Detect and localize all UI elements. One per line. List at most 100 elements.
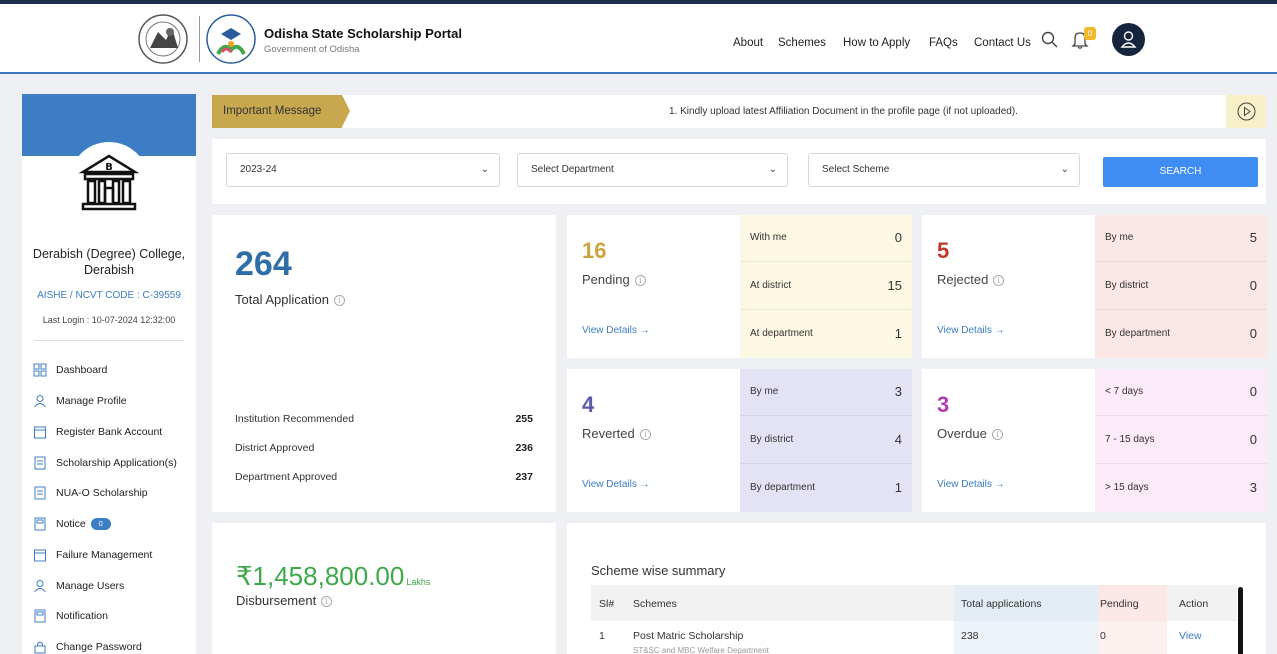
info-icon[interactable]: i	[993, 275, 1005, 287]
reverted-view-details-link[interactable]: View Details →	[582, 479, 650, 490]
breakdown-value: 0	[1249, 278, 1257, 293]
breakdown-label: By district	[1105, 280, 1149, 291]
column-header-schemes: Schemes	[633, 598, 677, 610]
breakdown-value: 3	[894, 384, 902, 399]
sidebar-item-manage-users[interactable]: Manage Users	[33, 576, 124, 596]
sidebar-item-nua-o-scholarship[interactable]: NUA-O Scholarship	[33, 483, 148, 503]
breakdown-value: 0	[1249, 432, 1257, 447]
document-icon	[34, 456, 46, 470]
breakdown-value: 15	[887, 278, 902, 293]
column-header-sl: Sl#	[599, 598, 615, 610]
rejected-count: 5	[937, 238, 950, 263]
disbursement-title: Disbursement i	[236, 593, 333, 608]
breakdown-label: At district	[750, 280, 792, 291]
overdue-view-details-link[interactable]: View Details →	[937, 479, 1005, 490]
scholarship-portal-logo[interactable]	[204, 10, 258, 68]
pending-title: Pending i	[582, 272, 646, 287]
sidebar-item-label: NUA-O Scholarship	[56, 487, 148, 499]
info-icon[interactable]: i	[333, 295, 345, 307]
breakdown-label: At department	[750, 328, 813, 339]
info-icon[interactable]: i	[639, 429, 651, 441]
aishe-code: AISHE / NCVT CODE : C-39559	[37, 290, 181, 301]
column-header-total: Total applications	[961, 598, 1042, 610]
info-icon[interactable]: i	[321, 596, 333, 608]
overdue-title: Overdue i	[937, 426, 1003, 441]
info-icon[interactable]: i	[991, 429, 1003, 441]
user-icon	[1120, 31, 1137, 48]
sidebar-item-label: Change Password	[56, 641, 142, 653]
chevron-down-icon: ⌄	[768, 164, 777, 175]
rejected-view-details-link[interactable]: View Details →	[937, 325, 1005, 336]
calendar-icon	[34, 549, 46, 562]
search-button[interactable]: SEARCH	[1103, 157, 1258, 187]
rejected-card: 5 Rejected i View Details → By me 5 By dis…	[922, 215, 1267, 358]
pending-view-details-link[interactable]: View Details →	[582, 325, 650, 336]
total-application-count: 264	[235, 245, 292, 283]
disbursement-card: ₹1,458,800.00 Lakhs Disbursement i	[212, 523, 556, 654]
sidebar-item-label: Manage Users	[56, 580, 125, 592]
sidebar-item-change-password[interactable]: Change Password	[33, 637, 142, 654]
sidebar-item-scholarship-applications[interactable]: Scholarship Application(s)	[33, 453, 177, 473]
rejected-title: Rejected i	[937, 272, 1005, 287]
scheme-select-value: Select Scheme	[822, 164, 890, 175]
row-scheme-name: Post Matric Scholarship	[633, 630, 744, 642]
pending-count: 16	[582, 238, 607, 263]
breakdown-label: < 7 days	[1105, 386, 1144, 397]
sidebar-item-notification[interactable]: Notification	[33, 606, 108, 626]
sidebar-item-dashboard[interactable]: Dashboard	[33, 360, 107, 380]
breakdown-label: By district	[750, 434, 794, 445]
disbursement-amount: ₹1,458,800.00	[236, 561, 405, 591]
column-header-pending: Pending	[1100, 598, 1139, 610]
breakdown-row: At district 15	[740, 263, 912, 310]
stat-label: Department Approved	[235, 471, 338, 483]
pending-breakdown: With me 0 At district 15 At department 1	[740, 215, 912, 358]
nav-contact-us[interactable]: Contact Us	[974, 37, 1031, 49]
row-view-link[interactable]: View	[1179, 630, 1202, 642]
nav-how-to-apply[interactable]: How to Apply	[843, 37, 910, 49]
nav-schemes[interactable]: Schemes	[778, 37, 826, 49]
row-scheme-department: ST&SC and MBC Welfare Department	[633, 646, 769, 654]
row-sl: 1	[599, 630, 605, 642]
logo-divider	[199, 16, 200, 62]
sidebar-item-label: Dashboard	[56, 364, 108, 376]
stat-label: Institution Recommended	[235, 413, 355, 425]
sidebar-item-notice[interactable]: Notice 0	[33, 514, 111, 534]
breakdown-row: By department 1	[740, 465, 912, 512]
breakdown-row: 7 - 15 days 0	[1095, 417, 1267, 464]
overdue-breakdown: < 7 days 0 7 - 15 days 0 > 15 days 3	[1095, 369, 1267, 512]
site-header: Odisha State Scholarship Portal Governme…	[0, 4, 1277, 74]
sidebar: B Derabish (Degree) College, Derabish AI…	[22, 94, 196, 654]
nav-faqs[interactable]: FAQs	[929, 37, 958, 49]
sidebar-item-label: Notification	[56, 610, 108, 622]
portal-subtitle: Government of Odisha	[264, 44, 360, 55]
breakdown-label: By me	[750, 386, 779, 397]
table-scrollbar[interactable]	[1238, 587, 1243, 654]
district-approved-row: District Approved 236	[235, 442, 533, 454]
column-header-action: Action	[1179, 598, 1209, 610]
sidebar-item-label: Failure Management	[56, 549, 153, 561]
pending-col-body-bg	[1098, 621, 1167, 654]
year-select[interactable]: 2023-24 ⌄	[226, 153, 500, 187]
important-message-text: 1. Kindly upload latest Affiliation Docu…	[669, 106, 1018, 117]
info-icon[interactable]: i	[634, 275, 646, 287]
sidebar-item-register-bank-account[interactable]: Register Bank Account	[33, 422, 162, 442]
chevron-down-icon: ⌄	[1060, 164, 1069, 175]
nav-about[interactable]: About	[733, 37, 763, 49]
odisha-emblem-logo[interactable]	[136, 10, 190, 68]
disbursement-unit: Lakhs	[406, 577, 431, 587]
stat-value: 255	[515, 413, 533, 425]
reverted-count: 4	[582, 392, 595, 417]
breakdown-value: 0	[1249, 326, 1257, 341]
sidebar-item-manage-profile[interactable]: Manage Profile	[33, 391, 127, 411]
user-avatar[interactable]	[1112, 23, 1145, 56]
user-icon	[34, 580, 46, 593]
department-select[interactable]: Select Department ⌄	[517, 153, 788, 187]
scheme-select[interactable]: Select Scheme ⌄	[808, 153, 1080, 187]
breakdown-row: With me 0	[740, 215, 912, 262]
breakdown-row: > 15 days 3	[1095, 465, 1267, 512]
search-icon[interactable]	[1040, 30, 1060, 50]
sidebar-item-failure-management[interactable]: Failure Management	[33, 545, 152, 565]
disbursement-amount-line: ₹1,458,800.00 Lakhs	[236, 561, 430, 592]
user-icon	[34, 395, 46, 408]
message-play-button[interactable]	[1226, 95, 1266, 128]
